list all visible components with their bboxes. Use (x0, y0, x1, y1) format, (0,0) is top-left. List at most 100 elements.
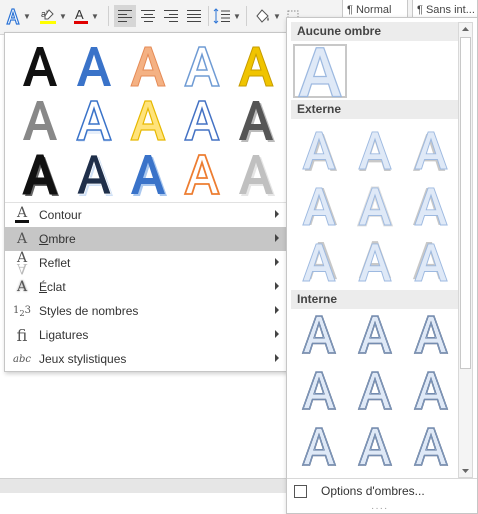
text-effect-option[interactable] (121, 93, 175, 147)
menu-item-label: Styles de nombres (39, 304, 139, 318)
letter-A-icon (301, 315, 337, 354)
ligature-fi-icon: fi (16, 325, 28, 345)
font-color-button[interactable]: A ▼ (72, 5, 100, 27)
menu-item-label: Contour (39, 208, 82, 222)
justify-button[interactable] (183, 5, 205, 27)
highlight-button[interactable]: ab ▼ (38, 5, 68, 27)
menu-item-number-styles[interactable]: 123 Styles de nombres (5, 299, 287, 323)
scroll-thumb[interactable] (460, 37, 471, 369)
align-left-button[interactable] (114, 5, 136, 27)
menu-item-reflection-A[interactable]: A A Reflet (5, 251, 287, 276)
letter-A-icon (412, 131, 448, 171)
inner-shadow-option[interactable] (347, 306, 403, 362)
inner-shadow-option[interactable] (291, 306, 347, 362)
inner-shadow-option[interactable] (291, 362, 347, 418)
inner-shadow-option[interactable] (403, 418, 459, 474)
text-effect-option[interactable] (13, 93, 67, 147)
text-effect-option[interactable] (229, 147, 283, 201)
scrollbar[interactable] (458, 22, 473, 478)
letter-A-icon (77, 47, 111, 86)
svg-text:A: A (75, 7, 84, 22)
text-effect-option[interactable] (67, 147, 121, 201)
menu-item-glow-A[interactable]: A Éclat (5, 275, 287, 299)
text-effect-option[interactable] (13, 147, 67, 201)
text-effects-button[interactable]: ▼ (2, 5, 34, 27)
divider (246, 6, 247, 26)
justify-icon (187, 10, 201, 22)
chevron-down-icon (462, 469, 469, 473)
align-center-button[interactable] (137, 5, 159, 27)
letter-A-icon (130, 46, 166, 87)
letter-A-icon (183, 46, 221, 87)
divider (108, 6, 109, 26)
text-effect-option[interactable] (121, 147, 175, 201)
menu-item-label: Jeux stylistiques (39, 352, 127, 366)
shadow-options-item[interactable]: Options d'ombres... (287, 480, 477, 502)
resize-grip-icon[interactable]: ···· (371, 503, 388, 514)
menu-item-shadow-A[interactable]: A Ombre (5, 227, 287, 251)
section-no-shadow: Aucune ombre (291, 22, 462, 41)
checkbox[interactable] (294, 484, 307, 498)
letter-A-icon (130, 100, 166, 141)
letter-A-icon (75, 100, 113, 142)
shadow-flyout: Aucune ombre Externe Interne Options d'o… (286, 17, 478, 514)
letter-A-icon (301, 427, 337, 466)
letter-A-icon (183, 154, 221, 195)
text-effect-option[interactable] (121, 39, 175, 93)
letter-A-icon (297, 46, 343, 97)
text-effect-option[interactable] (175, 147, 229, 201)
chevron-right-icon (275, 330, 279, 338)
menu-item-ligature-fi[interactable]: fi Ligatures (5, 323, 287, 347)
text-effect-option[interactable] (229, 93, 283, 147)
text-effect-option[interactable] (67, 93, 121, 147)
outer-shadow-option[interactable] (403, 178, 459, 234)
line-spacing-button[interactable]: ▼ (212, 5, 242, 27)
outer-shadow-option[interactable] (403, 234, 459, 290)
no-shadow-option[interactable] (293, 44, 347, 98)
align-right-button[interactable] (160, 5, 182, 27)
outer-shadow-option[interactable] (347, 122, 403, 178)
outer-shadow-option[interactable] (291, 234, 347, 290)
chevron-right-icon (275, 210, 279, 218)
text-effect-option[interactable] (229, 39, 283, 93)
menu-item-stylistic-sets[interactable]: abc Jeux stylistiques (5, 347, 287, 371)
scroll-up-button[interactable] (459, 23, 472, 35)
letter-A-icon (301, 371, 337, 410)
letter-A-icon (239, 155, 275, 196)
inner-shadow-option[interactable] (347, 418, 403, 474)
chevron-right-icon (275, 354, 279, 362)
letter-A-icon (22, 154, 59, 196)
text-effect-option[interactable] (175, 93, 229, 147)
letter-A-icon (76, 154, 113, 196)
text-effect-option[interactable] (13, 39, 67, 93)
chevron-up-icon (462, 27, 469, 31)
letter-A-icon (357, 371, 393, 410)
shading-button[interactable]: ▼ (252, 5, 282, 27)
text-effect-option[interactable] (67, 39, 121, 93)
inner-shadow-option[interactable] (291, 418, 347, 474)
letter-A-icon (412, 242, 448, 282)
number-styles-icon: 123 (12, 304, 32, 318)
outer-shadow-option[interactable] (347, 178, 403, 234)
menu-item-outline-A[interactable]: A Contour (5, 203, 287, 227)
menu-item-label: Ligatures (39, 328, 89, 342)
inner-shadow-option[interactable] (403, 306, 459, 362)
chevron-down-icon: ▼ (59, 11, 67, 21)
letter-A-icon (302, 242, 338, 282)
letter-A-icon (183, 100, 221, 141)
outer-shadow-option[interactable] (403, 122, 459, 178)
scroll-down-button[interactable] (459, 465, 472, 477)
chevron-down-icon: ▼ (23, 11, 31, 21)
chevron-down-icon: ▼ (91, 11, 99, 21)
outer-shadow-option[interactable] (347, 234, 403, 290)
inner-shadow-option[interactable] (403, 362, 459, 418)
text-effect-option[interactable] (175, 39, 229, 93)
text-effects-options: A Contour A Ombre A A Reflet A Éclat 123 Styles de… (5, 203, 287, 371)
letter-A-icon (131, 155, 167, 196)
inner-shadow-option[interactable] (347, 362, 403, 418)
letter-A-icon (23, 101, 57, 140)
outer-shadow-option[interactable] (291, 178, 347, 234)
align-right-icon (164, 10, 178, 22)
text-effects-gallery (13, 39, 285, 201)
outer-shadow-option[interactable] (291, 122, 347, 178)
